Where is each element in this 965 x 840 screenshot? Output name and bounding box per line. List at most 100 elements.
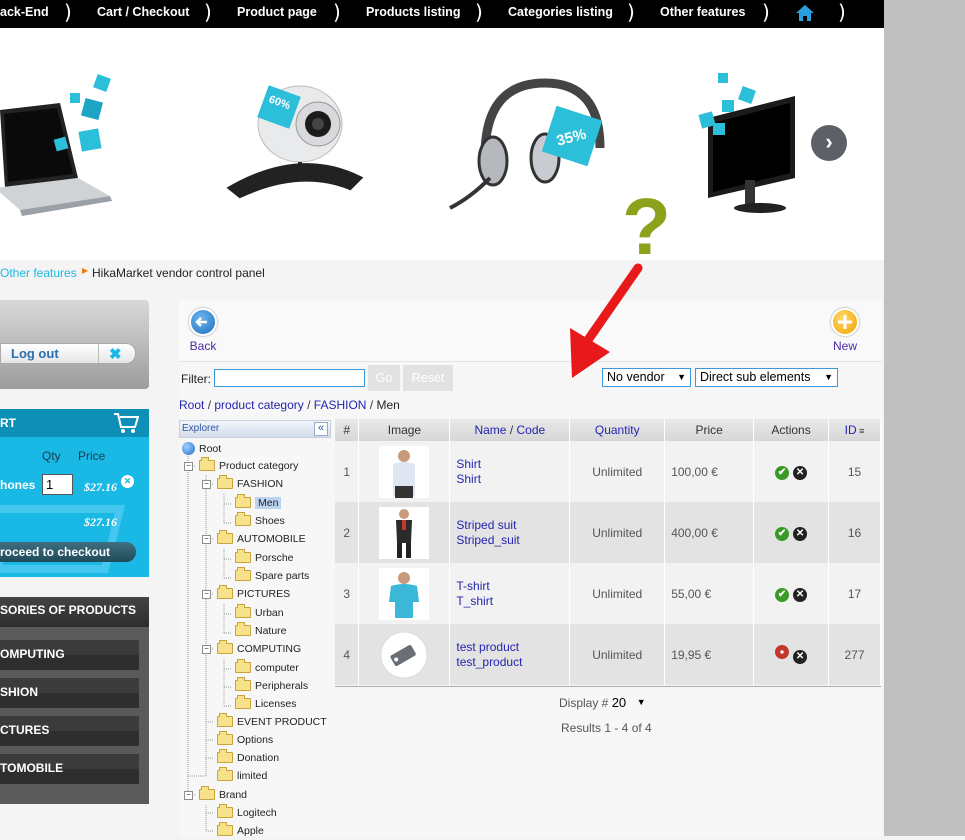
- tree-node-licenses[interactable]: Licenses: [235, 695, 296, 713]
- path-category[interactable]: product category: [214, 398, 303, 412]
- nav-back-end[interactable]: ack-End: [0, 0, 49, 28]
- product-image[interactable]: [358, 441, 451, 502]
- cart-item-name[interactable]: hones: [0, 478, 35, 492]
- folder-icon: [217, 585, 233, 599]
- nav-other-features[interactable]: Other features: [660, 0, 745, 28]
- go-button[interactable]: Go: [368, 365, 400, 391]
- tree-node-brand[interactable]: Brand: [199, 786, 247, 804]
- globe-icon: [182, 442, 195, 455]
- tree-node-men[interactable]: Men: [235, 494, 282, 512]
- logout-button[interactable]: Log out ✖: [0, 343, 136, 364]
- tree-node-shoes[interactable]: Shoes: [235, 512, 285, 530]
- tree-node-computer[interactable]: computer: [235, 659, 299, 677]
- tree-node-logitech[interactable]: Logitech: [217, 804, 277, 822]
- nav-product-page[interactable]: Product page: [237, 0, 317, 28]
- tree-node-root[interactable]: Root: [182, 442, 221, 458]
- product-image[interactable]: [358, 624, 451, 685]
- product-quantity: Unlimited: [569, 441, 666, 502]
- path-current: Men: [376, 398, 400, 412]
- path-sep: /: [303, 398, 314, 412]
- scope-select[interactable]: Direct sub elements ▼: [695, 368, 838, 387]
- tree-node-limited[interactable]: limited: [217, 767, 267, 785]
- product-name-code[interactable]: Striped suit Striped_suit: [449, 502, 571, 563]
- category-fashion[interactable]: SHION: [0, 678, 139, 708]
- tree-node-spare-parts[interactable]: Spare parts: [235, 567, 309, 585]
- top-navigation: ack-End ) Cart / Checkout ) Product page…: [0, 0, 884, 28]
- folder-icon: [235, 695, 251, 709]
- back-label: Back: [189, 339, 217, 353]
- table-header-row: # Image Name / Code Quantity Price Actio…: [335, 419, 881, 441]
- home-icon[interactable]: [795, 4, 815, 25]
- filter-input[interactable]: [214, 369, 365, 387]
- tree-node-automobile[interactable]: AUTOMOBILE: [217, 530, 306, 548]
- nav-products-listing[interactable]: Products listing: [366, 0, 460, 28]
- display-limit-select[interactable]: 20 ▼: [612, 695, 652, 710]
- product-price: 100,00 €: [664, 441, 755, 502]
- delete-icon[interactable]: ✕: [793, 465, 808, 480]
- tree-node-pictures[interactable]: PICTURES: [217, 585, 290, 603]
- delete-icon[interactable]: ✕: [793, 587, 808, 602]
- product-quantity: Unlimited: [569, 563, 666, 624]
- tree-node-porsche[interactable]: Porsche: [235, 549, 294, 567]
- category-computing[interactable]: OMPUTING: [0, 640, 139, 670]
- breadcrumb: Other features ▶ HikaMarket vendor contr…: [0, 262, 884, 284]
- tree-node-apple[interactable]: Apple: [217, 822, 264, 840]
- tree-node-donation[interactable]: Donation: [217, 749, 279, 767]
- delete-icon[interactable]: ✕: [793, 650, 808, 664]
- tree-node-computing[interactable]: COMPUTING: [217, 640, 301, 658]
- tree-node-options[interactable]: Options: [217, 731, 273, 749]
- tree-toggle-icon[interactable]: −: [202, 535, 211, 544]
- remove-item-icon[interactable]: ✕: [121, 475, 134, 488]
- folder-icon: [235, 677, 251, 691]
- path-fashion[interactable]: FASHION: [314, 398, 367, 412]
- tree-toggle-icon[interactable]: −: [184, 791, 193, 800]
- back-button[interactable]: Back: [187, 308, 219, 353]
- folder-icon: [217, 767, 233, 781]
- tree-node-peripherals[interactable]: Peripherals: [235, 677, 308, 695]
- close-icon[interactable]: ✖: [109, 345, 122, 363]
- product-name-code[interactable]: test product test_product: [449, 624, 571, 685]
- table-row: 3 T-shirt T_shirt Unlimited 55,00 € ✔ ✕ 17: [335, 563, 881, 624]
- path-sep: /: [366, 398, 377, 412]
- category-automobile[interactable]: TOMOBILE: [0, 754, 139, 784]
- tree-toggle-icon[interactable]: −: [202, 480, 211, 489]
- tree-node-urban[interactable]: Urban: [235, 604, 284, 622]
- nav-separator: ): [204, 0, 212, 24]
- product-name-code[interactable]: Shirt Shirt: [449, 441, 571, 502]
- delete-icon[interactable]: ✕: [793, 526, 808, 541]
- nav-cart-checkout[interactable]: Cart / Checkout: [97, 0, 189, 28]
- new-button[interactable]: New: [827, 308, 863, 353]
- tree-node-event-product[interactable]: EVENT PRODUCT: [217, 713, 327, 731]
- product-id: 15: [828, 441, 881, 502]
- tree-node-nature[interactable]: Nature: [235, 622, 287, 640]
- col-quantity[interactable]: Quantity: [569, 419, 666, 441]
- col-id[interactable]: ID ≡: [828, 419, 881, 441]
- col-actions: Actions: [753, 419, 830, 441]
- product-image[interactable]: [358, 502, 451, 563]
- published-check-icon[interactable]: ✔: [775, 587, 790, 602]
- breadcrumb-link-other-features[interactable]: Other features: [0, 266, 77, 280]
- sort-by-code[interactable]: Code: [517, 423, 546, 437]
- row-number: 2: [335, 502, 360, 563]
- product-name-code[interactable]: T-shirt T_shirt: [449, 563, 571, 624]
- folder-icon: [217, 713, 233, 727]
- product-image[interactable]: [358, 563, 451, 624]
- proceed-to-checkout-button[interactable]: roceed to checkout: [0, 542, 136, 562]
- published-check-icon[interactable]: ✔: [775, 465, 790, 480]
- next-slide-button[interactable]: ›: [811, 125, 847, 161]
- product-price: 19,95 €: [664, 624, 755, 685]
- unpublished-icon[interactable]: [775, 645, 790, 659]
- nav-categories-listing[interactable]: Categories listing: [508, 0, 613, 28]
- tree-toggle-icon[interactable]: −: [184, 462, 193, 471]
- sort-by-name[interactable]: Name: [474, 423, 506, 437]
- reset-button[interactable]: Reset: [403, 365, 453, 391]
- folder-icon: [217, 749, 233, 763]
- path-root[interactable]: Root: [179, 398, 204, 412]
- tree-node-fashion[interactable]: FASHION: [217, 475, 283, 493]
- tree-node-product-category[interactable]: Product category: [199, 457, 298, 475]
- tree-toggle-icon[interactable]: −: [202, 645, 211, 654]
- published-check-icon[interactable]: ✔: [775, 526, 790, 541]
- category-pictures[interactable]: CTURES: [0, 716, 139, 746]
- cart-qty-input[interactable]: [42, 474, 73, 495]
- tree-toggle-icon[interactable]: −: [202, 590, 211, 599]
